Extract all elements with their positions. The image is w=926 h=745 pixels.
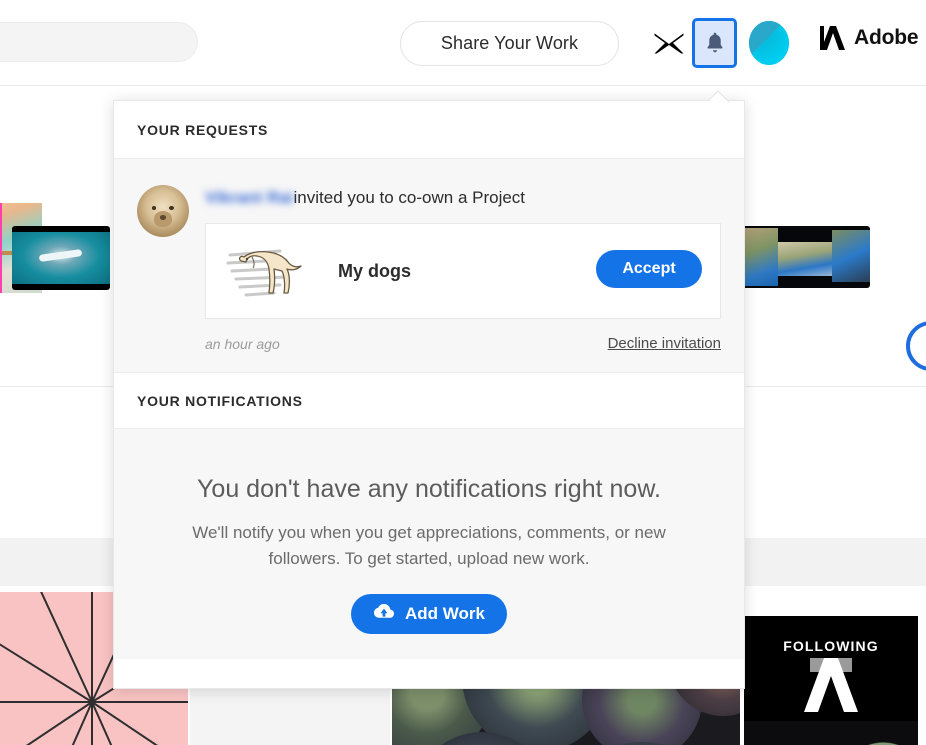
requests-body: Vikrant Raiinvited you to co-own a Proje… — [114, 159, 744, 372]
thumbnail-blue-car-collage[interactable] — [736, 226, 870, 288]
dog-sketch-thumbnail — [222, 235, 318, 307]
adobe-a-logo — [802, 658, 860, 717]
search-input[interactable] — [0, 22, 198, 62]
add-work-label: Add Work — [405, 604, 485, 623]
request-message-line: Vikrant Raiinvited you to co-own a Proje… — [205, 181, 721, 209]
envelope-icon[interactable] — [653, 27, 685, 59]
project-title: My dogs — [338, 260, 412, 281]
avatar-detail — [151, 205, 157, 210]
adobe-wordmark: Adobe — [854, 26, 919, 49]
adobe-brand[interactable]: Adobe — [820, 25, 919, 51]
project-card[interactable]: My dogs Accept — [205, 223, 721, 319]
app-root: 74=11 FOLLOWING June 2021 — [0, 0, 926, 745]
cloud-upload-icon — [373, 603, 395, 625]
request-item: Vikrant Raiinvited you to co-own a Proje… — [137, 181, 721, 372]
user-avatar[interactable] — [749, 21, 789, 65]
thumbnail-following-card[interactable]: FOLLOWING June 2021 — [744, 616, 918, 745]
requests-section-header: YOUR REQUESTS — [114, 101, 744, 159]
share-your-work-button[interactable]: Share Your Work — [400, 21, 619, 66]
thumbnail-underwater-teal[interactable] — [12, 226, 110, 290]
requester-avatar[interactable] — [137, 185, 189, 237]
notifications-section-title: YOUR NOTIFICATIONS — [137, 392, 303, 409]
following-card-image — [744, 721, 918, 745]
notifications-empty-state: You don't have any notifications right n… — [114, 429, 744, 659]
avatar-detail — [169, 205, 174, 210]
request-footer: an hour ago Decline invitation — [205, 319, 721, 372]
notifications-section-header: YOUR NOTIFICATIONS — [114, 372, 744, 429]
request-message: invited you to co-own a Project — [293, 188, 526, 207]
adobe-a-logo — [820, 26, 845, 50]
following-badge: FOLLOWING — [783, 638, 879, 654]
request-content: Vikrant Raiinvited you to co-own a Proje… — [189, 181, 721, 372]
avatar-detail — [159, 215, 167, 220]
thumbnail-tile-right — [832, 230, 870, 282]
notifications-panel: YOUR REQUESTS Vikrant Raiinvited you to … — [113, 90, 745, 689]
add-work-button[interactable]: Add Work — [351, 594, 507, 634]
requester-name[interactable]: Vikrant Rai — [205, 187, 294, 209]
request-timestamp: an hour ago — [205, 335, 280, 352]
empty-state-subtitle: We'll notify you when you get appreciati… — [192, 523, 666, 568]
share-your-work-label: Share Your Work — [440, 33, 579, 53]
requests-section-title: YOUR REQUESTS — [137, 121, 269, 138]
panel-pointer-arrow — [708, 90, 730, 102]
bell-icon[interactable] — [692, 18, 737, 68]
top-header: Share Your Work Adobe — [0, 0, 926, 86]
decorative-blue-circle — [906, 321, 926, 371]
empty-state-title: You don't have any notifications right n… — [197, 475, 661, 503]
accept-button[interactable]: Accept — [596, 250, 702, 288]
decline-invitation-link[interactable]: Decline invitation — [608, 335, 721, 352]
